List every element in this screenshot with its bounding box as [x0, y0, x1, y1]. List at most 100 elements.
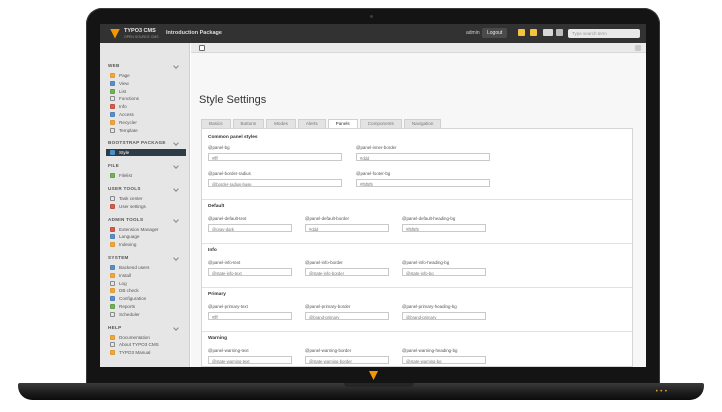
sidebar-item-view[interactable]: View	[110, 80, 186, 87]
field-input-panel-info-border[interactable]: @state-info-border	[305, 268, 389, 276]
section-primary: Primary @panel-primary-text #fff @panel-pri…	[202, 287, 632, 331]
sidebar-item-label: View	[119, 80, 129, 86]
sidebar-item-label: Log	[119, 280, 127, 286]
page-icon	[110, 73, 115, 78]
field-input-panel-footer-bg[interactable]: #f5f5f5	[356, 179, 490, 187]
tab-navigation[interactable]: Navigation	[403, 119, 442, 128]
menu-group-system[interactable]: SYSTEM	[108, 255, 129, 260]
field-input-panel-warning-border[interactable]: @state-warning-border	[305, 356, 389, 364]
field-input-panel-default-border[interactable]: #ddd	[305, 224, 389, 232]
menu-group-admin-tools[interactable]: ADMIN TOOLS	[108, 217, 143, 222]
menu-group-user-tools[interactable]: USER TOOLS	[108, 186, 141, 191]
field-input-panel-warning-heading-bg[interactable]: @state-warning-bg	[402, 356, 486, 364]
sidebar-item-functions[interactable]: Functions	[110, 95, 186, 102]
shortcut-icon[interactable]	[635, 45, 641, 51]
typo3-logo[interactable]: TYPO3 CMS OPEN SOURCE CMS	[110, 27, 159, 40]
field-input-panel-default-text[interactable]: @gray-dark	[208, 224, 292, 232]
sidebar-item-filelist[interactable]: Filelist	[110, 172, 186, 179]
sidebar-item-style[interactable]: Style	[106, 149, 186, 157]
sidebar-item-install[interactable]: Install	[110, 272, 186, 279]
sidebar-item-label: TYPO3 Manual	[119, 350, 151, 356]
menu-group-file[interactable]: FILE	[108, 163, 119, 168]
sidebar-item-user-settings[interactable]: User settings	[110, 203, 186, 210]
sidebar-item-documentation[interactable]: Documentation	[110, 334, 186, 341]
save-icon[interactable]	[199, 45, 205, 51]
field-label-panel-primary-heading-bg: @panel-primary-heading-bg	[402, 304, 457, 309]
sidebar-item-configuration[interactable]: Configuration	[110, 295, 186, 302]
sidebar-item-scheduler[interactable]: Scheduler	[110, 311, 186, 318]
functions-icon	[110, 96, 115, 102]
bookmark-icon[interactable]	[518, 29, 525, 36]
laptop-base: •••	[18, 383, 704, 400]
field-input-panel-bg[interactable]: #fff	[208, 153, 342, 161]
sidebar-item-task-center[interactable]: Task center	[110, 195, 186, 202]
tab-alerts[interactable]: Alerts	[297, 119, 326, 128]
notifications-icon[interactable]	[556, 29, 563, 36]
template-icon	[110, 127, 115, 133]
field-input-panel-primary-text[interactable]: #fff	[208, 312, 292, 320]
sidebar-item-typo3-manual[interactable]: TYPO3 Manual	[110, 349, 186, 356]
laptop-frame: TYPO3 CMS OPEN SOURCE CMS Introduction P…	[0, 0, 722, 412]
search-input[interactable]: Type search term	[568, 29, 640, 38]
sidebar-item-recycler[interactable]: Recycler	[110, 119, 186, 126]
sidebar-item-label: Functions	[119, 96, 139, 102]
sidebar-item-label: List	[119, 88, 127, 94]
sidebar-item-access[interactable]: Access	[110, 111, 186, 118]
configuration-icon	[110, 296, 115, 302]
sidebar-item-extension-manager[interactable]: Extension Manager	[110, 226, 186, 233]
style-icon	[110, 150, 115, 156]
view-icon	[110, 80, 115, 86]
list-icon	[110, 88, 115, 94]
field-input-panel-primary-border[interactable]: @brand-primary	[305, 312, 389, 320]
sidebar-item-label: Access	[119, 112, 134, 117]
sidebar-item-about-typo3-cms[interactable]: About TYPO3 CMS	[110, 341, 186, 348]
db-check-icon	[110, 288, 115, 294]
tab-basics[interactable]: Basics	[201, 119, 231, 128]
field-input-panel-inner-border[interactable]: #ddd	[356, 153, 490, 161]
sidebar-item-log[interactable]: Log	[110, 280, 186, 287]
sidebar-item-db-check[interactable]: DB check	[110, 287, 186, 294]
field-input-panel-info-heading-bg[interactable]: @state-info-bg	[402, 268, 486, 276]
sidebar-item-page[interactable]: Page	[110, 72, 186, 79]
sidebar-item-backend-users[interactable]: Backend users	[110, 264, 186, 271]
section-warning: Warning @panel-warning-text @state-warning…	[202, 331, 632, 366]
help-icon[interactable]	[543, 29, 553, 36]
tab-panels[interactable]: Panels	[327, 119, 358, 128]
site-name[interactable]: Introduction Package	[166, 30, 222, 36]
user-name[interactable]: admin	[466, 30, 480, 36]
menu-group-web[interactable]: WEB	[108, 63, 120, 68]
sidebar-item-list[interactable]: List	[110, 88, 186, 95]
language-icon	[110, 234, 115, 240]
menu-group-help[interactable]: HELP	[108, 325, 121, 330]
sidebar-item-reports[interactable]: Reports	[110, 303, 186, 310]
section-title: Warning	[208, 336, 228, 341]
tab-buttons[interactable]: Buttons	[232, 119, 265, 128]
extension-manager-icon	[110, 226, 115, 232]
flash-icon[interactable]	[530, 29, 537, 36]
sidebar-item-label: Scheduler	[119, 311, 140, 317]
access-icon	[110, 112, 115, 117]
sidebar-item-template[interactable]: Template	[110, 127, 186, 134]
tab-modes[interactable]: Modes	[266, 119, 296, 128]
sidebar-item-label: Page	[119, 73, 130, 78]
sidebar-item-language[interactable]: Language	[110, 233, 186, 240]
field-label-panel-default-heading-bg: @panel-default-heading-bg	[402, 216, 456, 221]
field-input-panel-default-heading-bg[interactable]: #f5f5f5	[402, 224, 486, 232]
menu-group-bootstrap-package[interactable]: BOOTSTRAP PACKAGE	[108, 140, 166, 145]
screen: TYPO3 CMS OPEN SOURCE CMS Introduction P…	[100, 24, 646, 367]
field-input-panel-warning-text[interactable]: @state-warning-text	[208, 356, 292, 364]
section-common-panel-styles: Common panel styles @panel-bg #fff @panel-i…	[202, 131, 632, 199]
field-input-panel-border-radius[interactable]: @border-radius-base	[208, 179, 342, 187]
sidebar-item-info[interactable]: Info	[110, 103, 186, 110]
about-typo3-cms-icon	[110, 342, 115, 348]
indexing-icon	[110, 242, 115, 248]
brand-line-2: OPEN SOURCE CMS	[124, 34, 159, 39]
sidebar-item-label: Install	[119, 272, 132, 278]
field-input-panel-primary-heading-bg[interactable]: @brand-primary	[402, 312, 486, 320]
documentation-icon	[110, 334, 115, 340]
sidebar-item-label: DB check	[119, 288, 139, 294]
field-input-panel-info-text[interactable]: @state-info-text	[208, 268, 292, 276]
sidebar-item-indexing[interactable]: Indexing	[110, 241, 186, 248]
logout-button[interactable]: Logout	[482, 28, 508, 38]
tab-components[interactable]: Components	[359, 119, 402, 128]
